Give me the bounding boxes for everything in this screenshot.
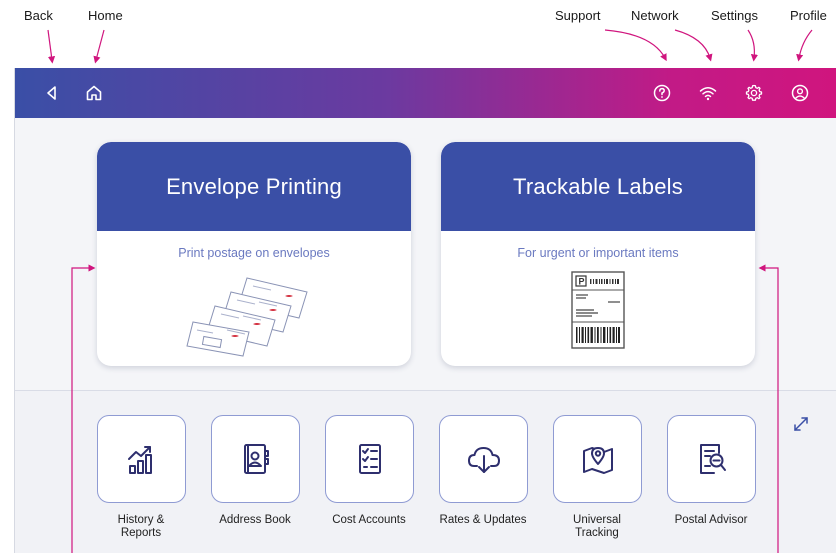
card-title: Trackable Labels [513, 173, 683, 199]
tile-label-universal-tracking: Universal Tracking [573, 514, 621, 539]
gear-icon [745, 84, 763, 101]
rates-updates-tile[interactable] [439, 415, 528, 503]
user-icon [791, 84, 809, 102]
help-icon [653, 84, 671, 102]
top-bar [15, 68, 836, 118]
expand-button[interactable] [791, 414, 811, 434]
address-book-tile[interactable] [211, 415, 300, 503]
address-book-icon [243, 444, 269, 474]
annotation-support: Support [555, 8, 601, 23]
annotation-settings: Settings [711, 8, 758, 23]
back-button[interactable] [39, 80, 65, 106]
annotation-home: Home [88, 8, 123, 23]
network-button[interactable] [695, 80, 721, 106]
home-icon [86, 85, 102, 101]
tile-label-postal-advisor: Postal Advisor [674, 514, 748, 526]
cloud-download-icon [467, 447, 500, 473]
wifi-icon [699, 87, 717, 101]
support-button[interactable] [649, 80, 675, 106]
universal-tracking-tile[interactable] [553, 415, 642, 503]
card-header: Envelope Printing [97, 142, 411, 231]
expand-icon [794, 417, 808, 431]
device-screen: Envelope Printing Print postage on envel… [14, 68, 836, 553]
postal-advisor-tile[interactable] [667, 415, 756, 503]
card-header: Trackable Labels [441, 142, 755, 231]
card-title: Envelope Printing [166, 173, 342, 199]
envelope-printing-card[interactable]: Envelope Printing Print postage on envel… [97, 142, 411, 366]
chart-trend-icon [127, 446, 152, 474]
annotation-network: Network [631, 8, 679, 23]
trackable-labels-card[interactable]: Trackable Labels For urgent or important… [441, 142, 755, 366]
profile-button[interactable] [787, 80, 813, 106]
home-button[interactable] [81, 80, 107, 106]
tile-label-history-reports: History & Reports [117, 514, 165, 539]
annotation-back: Back [24, 8, 53, 23]
tile-label-cost-accounts: Cost Accounts [332, 514, 406, 526]
annotation-profile: Profile [790, 8, 827, 23]
envelopes-illustration-icon [186, 277, 308, 357]
shipping-label-illustration-icon: P [571, 271, 625, 349]
map-pin-icon [582, 447, 613, 474]
tile-label-rates-updates: Rates & Updates [439, 514, 527, 526]
settings-button[interactable] [741, 80, 767, 106]
tile-label-address-book: Address Book [219, 514, 291, 526]
history-reports-tile[interactable] [97, 415, 186, 503]
cost-accounts-tile[interactable] [325, 415, 414, 503]
document-search-icon [699, 444, 726, 474]
card-subtitle: Print postage on envelopes [178, 246, 330, 260]
svg-text:P: P [579, 277, 585, 287]
checklist-icon [358, 444, 381, 474]
back-arrow-icon [47, 86, 56, 100]
card-subtitle: For urgent or important items [517, 246, 679, 260]
